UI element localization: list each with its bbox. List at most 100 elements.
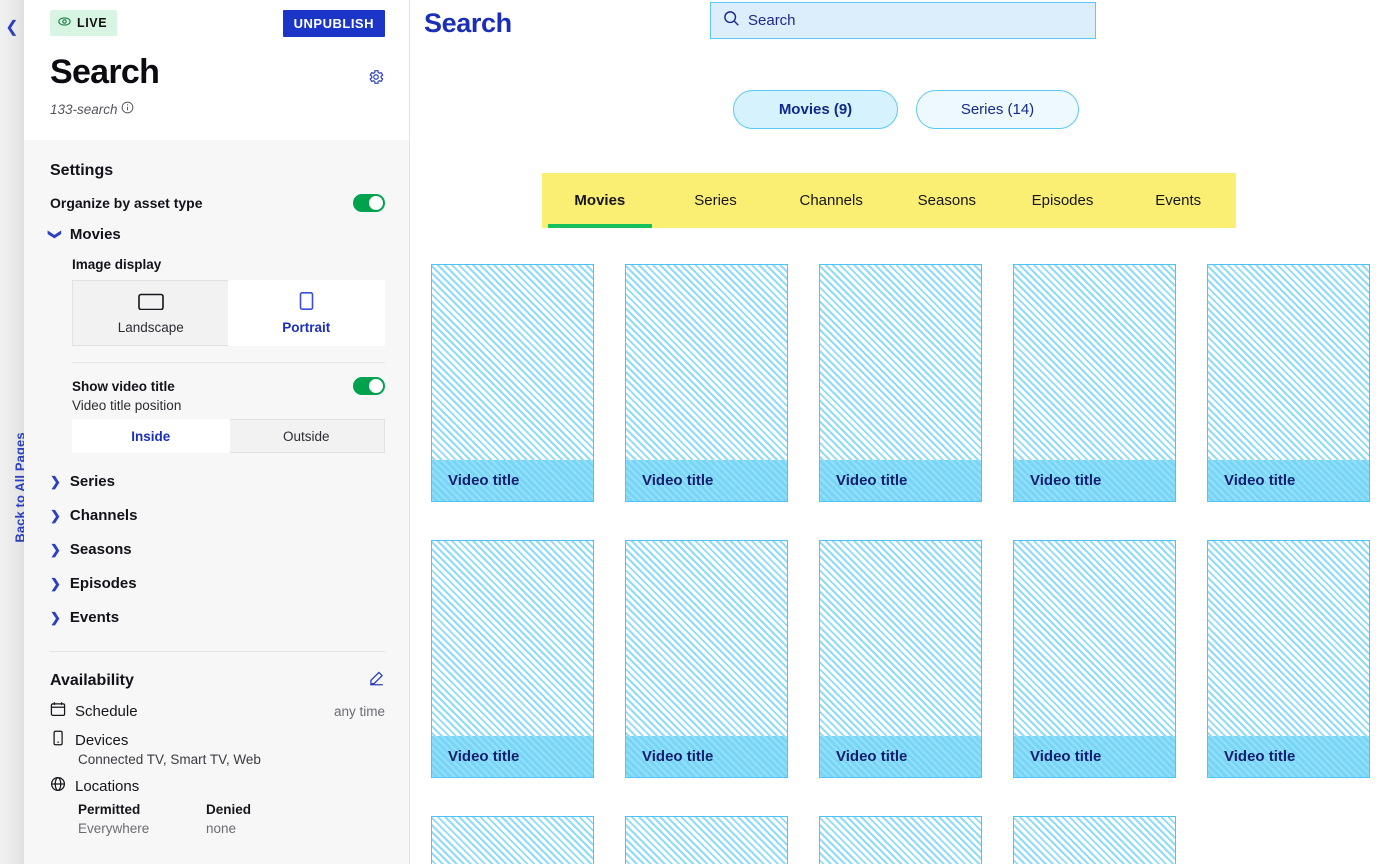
- globe-icon: [50, 776, 66, 796]
- availability-devices-left: Devices: [50, 730, 128, 750]
- tab-seasons[interactable]: Seasons: [889, 173, 1005, 228]
- availability-locations-label: Locations: [75, 777, 140, 795]
- video-thumbnail: [1013, 816, 1176, 864]
- video-card[interactable]: [625, 816, 788, 864]
- video-card-title: Video title: [1014, 736, 1175, 777]
- image-display-option-landscape[interactable]: Landscape: [73, 281, 229, 345]
- video-card[interactable]: Video title: [625, 540, 788, 778]
- unpublish-button[interactable]: UNPUBLISH: [282, 10, 385, 37]
- chevron-right-icon: ❯: [50, 474, 61, 489]
- tab-events[interactable]: Events: [1120, 173, 1236, 228]
- locations-denied-header: Denied: [206, 802, 252, 817]
- chevron-right-icon: ❯: [50, 508, 61, 523]
- locations-permitted-header: Permitted: [78, 802, 141, 817]
- video-title-position-segmented-control: Inside Outside: [72, 419, 385, 453]
- left-rail: ❮ Back to All Pages: [0, 0, 28, 864]
- video-card[interactable]: Video title: [431, 540, 594, 778]
- video-title-position-option-outside[interactable]: Outside: [229, 420, 385, 452]
- availability-devices-label: Devices: [75, 731, 129, 749]
- video-card[interactable]: Video title: [819, 264, 982, 502]
- video-card[interactable]: Video title: [1013, 264, 1176, 502]
- info-icon[interactable]: [121, 101, 134, 117]
- availability-schedule-label: Schedule: [75, 702, 138, 720]
- sidebar-section-episodes-label: Episodes: [69, 575, 137, 592]
- video-card[interactable]: [819, 816, 982, 864]
- chevron-right-icon: ❯: [50, 610, 61, 625]
- tab-episodes[interactable]: Episodes: [1005, 173, 1121, 228]
- video-thumbnail: Video title: [1013, 540, 1176, 778]
- video-card[interactable]: Video title: [625, 264, 788, 502]
- video-card[interactable]: Video title: [1207, 264, 1370, 502]
- video-card[interactable]: [431, 816, 594, 864]
- sidebar-section-channels[interactable]: ❯ Channels: [50, 507, 385, 524]
- show-video-title-row: Show video title: [72, 377, 385, 395]
- page-slug-text: 133-search: [50, 101, 118, 117]
- tab-series[interactable]: Series: [658, 173, 774, 228]
- availability-header: Availability: [50, 670, 385, 692]
- tab-movies[interactable]: Movies: [542, 173, 658, 228]
- image-display-label: Image display: [72, 257, 162, 272]
- landscape-icon: [77, 292, 225, 313]
- device-icon: [50, 730, 66, 750]
- video-card[interactable]: Video title: [1207, 540, 1370, 778]
- sidebar-scroll-body: Settings Organize by asset type ❯ Movies…: [24, 140, 409, 864]
- video-thumbnail: Video title: [1207, 540, 1370, 778]
- video-thumbnail: [431, 816, 594, 864]
- video-card[interactable]: Video title: [819, 540, 982, 778]
- video-thumbnail: Video title: [431, 540, 594, 778]
- status-badge-label: LIVE: [77, 16, 108, 30]
- locations-denied-value: none: [206, 821, 237, 836]
- availability-schedule-value: any time: [333, 703, 385, 719]
- filter-pill-series[interactable]: Series (14): [916, 90, 1079, 129]
- video-title-position-label: Video title position: [72, 398, 182, 413]
- availability-devices-value: Connected TV, Smart TV, Web: [78, 752, 261, 767]
- tab-channels[interactable]: Channels: [773, 173, 889, 228]
- availability-locations-row: Locations: [50, 776, 385, 796]
- movies-settings-group: Image display Landscape Portrait Show vi…: [50, 257, 385, 453]
- locations-table: Permitted Everywhere Denied none: [50, 802, 385, 836]
- search-input[interactable]: Search: [710, 2, 1096, 39]
- sidebar-section-movies-label: Movies: [69, 226, 121, 243]
- video-card[interactable]: Video title: [1013, 540, 1176, 778]
- show-video-title-toggle[interactable]: [353, 377, 385, 395]
- show-video-title-label: Show video title: [72, 378, 175, 394]
- video-title-position-option-inside[interactable]: Inside: [73, 420, 229, 452]
- video-card[interactable]: Video title: [431, 264, 594, 502]
- video-card-title: Video title: [626, 736, 787, 777]
- preview-brand-title: Search: [424, 8, 512, 38]
- video-thumbnail: Video title: [1013, 264, 1176, 502]
- gear-icon[interactable]: [367, 68, 385, 91]
- video-thumbnail: Video title: [819, 264, 982, 502]
- video-thumbnail: Video title: [431, 264, 594, 502]
- availability-devices-row: Devices: [50, 730, 385, 750]
- organize-by-asset-type-toggle[interactable]: [353, 194, 385, 212]
- sidebar-section-events[interactable]: ❯ Events: [50, 609, 385, 626]
- image-display-option-landscape-label: Landscape: [117, 320, 184, 335]
- sidebar-section-movies[interactable]: ❯ Movies: [48, 226, 385, 243]
- video-card[interactable]: [1013, 816, 1176, 864]
- filter-pill-movies[interactable]: Movies (9): [733, 90, 898, 129]
- search-input-placeholder: Search: [748, 12, 796, 29]
- availability-schedule-left: Schedule: [50, 701, 138, 721]
- chevron-left-icon[interactable]: ❮: [0, 20, 24, 36]
- divider: [50, 651, 385, 652]
- sidebar-section-series[interactable]: ❯ Series: [50, 473, 385, 490]
- availability-locations-left: Locations: [50, 776, 139, 796]
- video-card-title: Video title: [1208, 736, 1369, 777]
- image-display-option-portrait[interactable]: Portrait: [228, 281, 384, 345]
- pencil-edit-icon[interactable]: [368, 670, 385, 692]
- video-card-title: Video title: [432, 460, 593, 501]
- status-row: LIVE UNPUBLISH: [50, 10, 385, 37]
- organize-by-asset-type-label: Organize by asset type: [50, 195, 203, 211]
- settings-heading: Settings: [50, 162, 114, 179]
- video-card-grid: Video title Video title Video title Vide…: [431, 264, 1388, 864]
- sidebar-section-episodes[interactable]: ❯ Episodes: [50, 575, 385, 592]
- video-card-title: Video title: [626, 460, 787, 501]
- locations-permitted-column: Permitted Everywhere: [78, 802, 206, 836]
- sidebar-section-seasons[interactable]: ❯ Seasons: [50, 541, 385, 558]
- organize-by-asset-type-row: Organize by asset type: [50, 194, 385, 212]
- sidebar-section-events-label: Events: [69, 609, 120, 626]
- chevron-right-icon: ❯: [50, 542, 61, 557]
- video-card-title: Video title: [1014, 460, 1175, 501]
- video-thumbnail: [625, 816, 788, 864]
